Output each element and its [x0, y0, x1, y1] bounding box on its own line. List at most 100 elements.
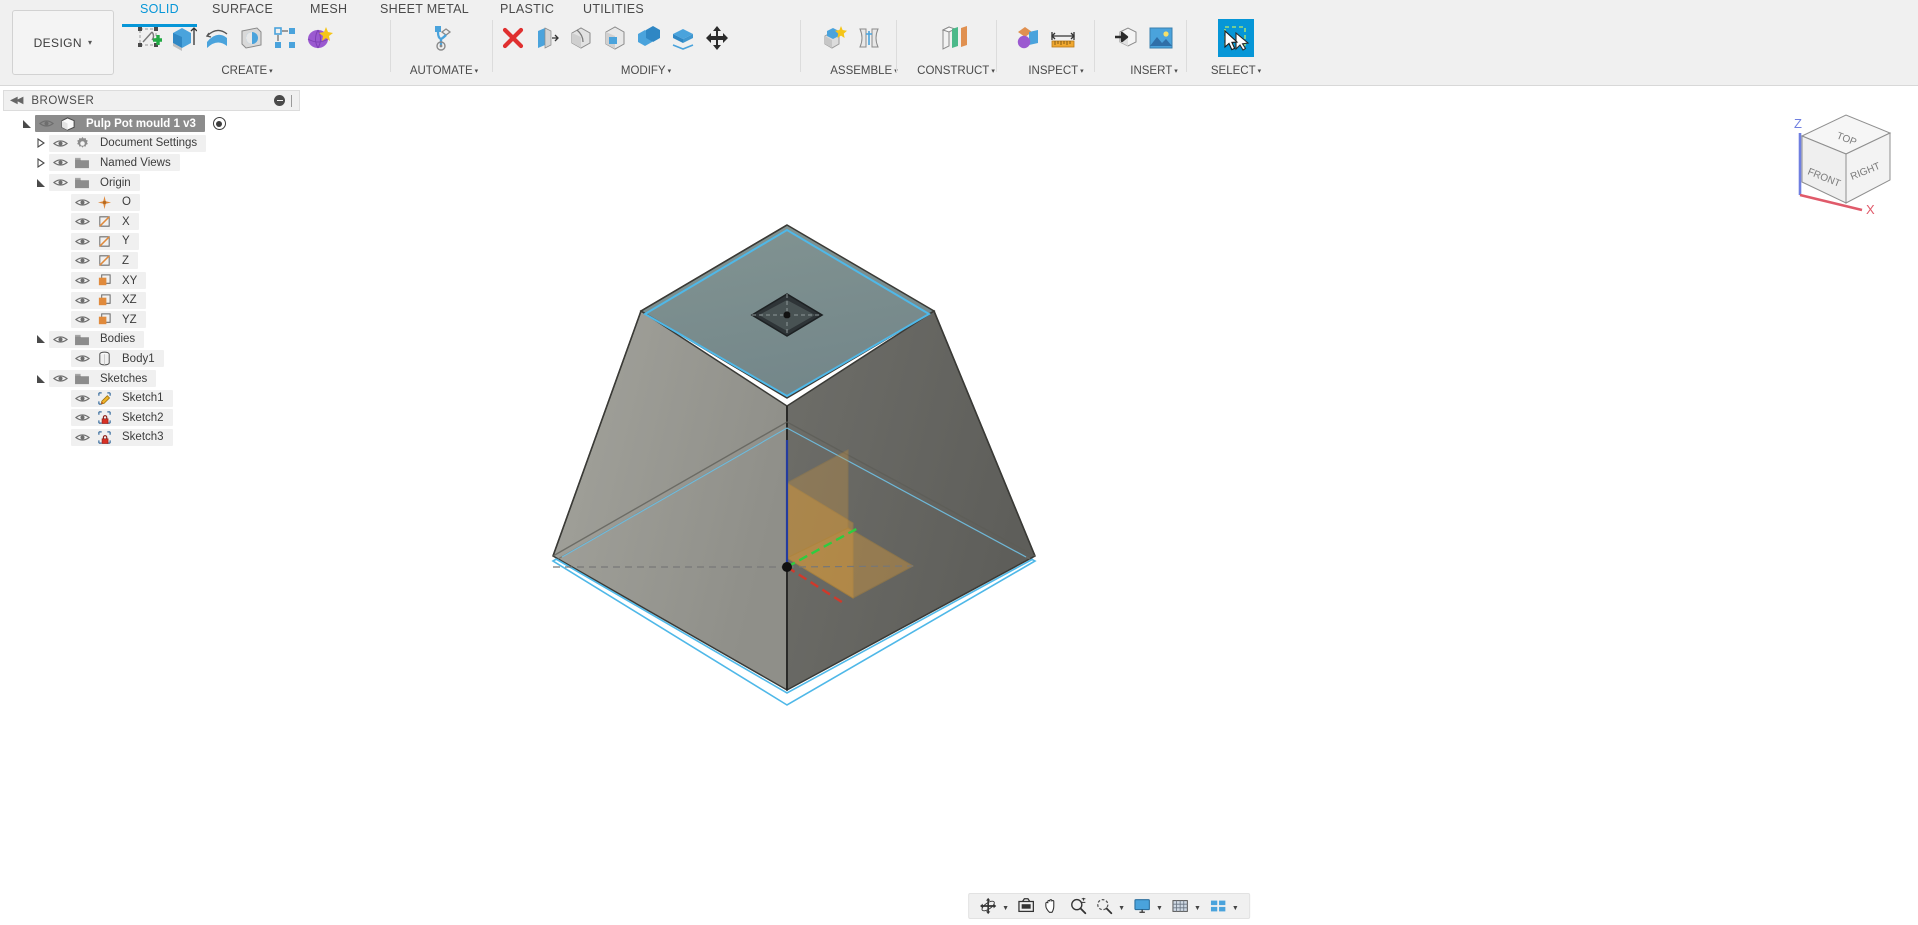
create-form-button[interactable] [302, 19, 336, 57]
tree-expander-root[interactable] [19, 115, 35, 132]
visibility-toggle-sketch2[interactable] [71, 409, 93, 426]
visibility-toggle-body1[interactable] [71, 350, 93, 367]
minus-circle-icon[interactable] [274, 95, 285, 106]
shell-button[interactable] [598, 19, 632, 57]
measure-button[interactable] [1046, 19, 1080, 57]
sweep-button[interactable] [234, 19, 268, 57]
double-left-arrow-icon[interactable]: ◀◀ [10, 95, 23, 106]
chevron-down-icon: ▾ [474, 68, 479, 75]
visibility-toggle-root[interactable] [35, 115, 57, 132]
activate-component-radio[interactable] [212, 117, 226, 131]
navigation-bar: ▼ ▼ ▼ ▼ ▼ [968, 893, 1250, 919]
visibility-toggle-axis-y[interactable] [71, 233, 93, 250]
construct-plane-button[interactable] [938, 19, 972, 57]
visibility-toggle-axis-z[interactable] [71, 252, 93, 269]
tree-expander-namedview[interactable] [33, 154, 49, 171]
tree-expander-origin[interactable] [33, 174, 49, 191]
new-component-button[interactable] [818, 19, 852, 57]
sketch-edit-icon [93, 390, 115, 407]
tree-item-origin[interactable]: Origin [3, 173, 300, 193]
visibility-toggle-sketch1[interactable] [71, 390, 93, 407]
press-pull-button[interactable] [530, 19, 564, 57]
extrude-button[interactable] [166, 19, 200, 57]
insert-derive-button[interactable] [1110, 19, 1144, 57]
chevron-down-icon[interactable]: ▼ [1194, 905, 1201, 912]
panel-insert-label[interactable]: INSERT ▾ [1102, 65, 1206, 77]
tree-item-bodies[interactable]: Bodies [3, 330, 300, 350]
sketch-locked-icon [93, 409, 115, 426]
rectangular-pattern-button[interactable] [268, 19, 302, 57]
panel-modify-label[interactable]: MODIFY ▾ [496, 65, 796, 77]
visibility-toggle-bodies[interactable] [49, 331, 71, 348]
folder-icon [71, 370, 93, 387]
origin-point-icon [93, 194, 115, 211]
tree-item-sketch3[interactable]: Sketch3 [3, 428, 300, 448]
insert-canvas-button[interactable] [1144, 19, 1178, 57]
visibility-toggle-plane-xz[interactable] [71, 292, 93, 309]
combine-button[interactable] [632, 19, 666, 57]
select-window-button[interactable] [1218, 19, 1254, 57]
orbit-icon[interactable] [976, 895, 1000, 917]
panel-inspect-label[interactable]: INSPECT ▾ [1000, 65, 1112, 77]
panel-resize-grip[interactable] [291, 94, 293, 107]
tree-item-pt-o[interactable]: O [3, 192, 300, 212]
view-cube[interactable]: Z X TOP FRONT RIGHT [1780, 100, 1910, 217]
move-copy-button[interactable] [700, 19, 734, 57]
offset-face-button[interactable] [666, 19, 700, 57]
chevron-down-icon[interactable]: ▼ [1232, 905, 1239, 912]
tree-item-plane-yz[interactable]: YZ [3, 310, 300, 330]
chevron-down-icon: ▾ [1080, 68, 1084, 75]
fit-icon[interactable] [1092, 895, 1116, 917]
tree-expander-sketches[interactable] [33, 370, 49, 387]
visibility-toggle-pt-o[interactable] [71, 194, 93, 211]
panel-select-label[interactable]: SELECT ▾ [1196, 65, 1276, 77]
delete-button[interactable] [496, 19, 530, 57]
chevron-down-icon[interactable]: ▼ [1002, 905, 1009, 912]
tree-item-plane-xy[interactable]: XY [3, 271, 300, 291]
tree-expander-bodies[interactable] [33, 331, 49, 348]
visibility-toggle-origin[interactable] [49, 174, 71, 191]
revolve-button[interactable] [200, 19, 234, 57]
pan-icon[interactable] [1040, 895, 1064, 917]
tree-item-plane-xz[interactable]: XZ [3, 290, 300, 310]
visibility-toggle-sketches[interactable] [49, 370, 71, 387]
visibility-toggle-namedview[interactable] [49, 154, 71, 171]
tree-item-root[interactable]: Pulp Pot mould 1 v3 [3, 114, 300, 134]
tree-item-axis-x[interactable]: X [3, 212, 300, 232]
tree-item-sketches[interactable]: Sketches [3, 369, 300, 389]
zoom-icon[interactable] [1066, 895, 1090, 917]
viewport-canvas[interactable]: Z X TOP FRONT RIGHT ▼ ▼ ▼ ▼ ▼ [300, 88, 1918, 925]
section-analysis-button[interactable] [1012, 19, 1046, 57]
generative-design-button[interactable] [424, 19, 458, 57]
visibility-toggle-docset[interactable] [49, 135, 71, 152]
grid-snaps-icon[interactable] [1168, 895, 1192, 917]
panel-create-label[interactable]: CREATE ▾ [132, 65, 362, 77]
tree-expander-spacer [55, 213, 71, 230]
chevron-down-icon[interactable]: ▼ [1156, 905, 1163, 912]
tree-expander-spacer [55, 409, 71, 426]
create-sketch-button[interactable] [132, 19, 166, 57]
tree-item-axis-z[interactable]: Z [3, 251, 300, 271]
fillet-button[interactable] [564, 19, 598, 57]
workspace-switcher-button[interactable]: DESIGN ▾ [12, 10, 114, 75]
look-at-icon[interactable] [1014, 895, 1038, 917]
tree-item-sketch1[interactable]: Sketch1 [3, 388, 300, 408]
tree-item-axis-y[interactable]: Y [3, 232, 300, 252]
browser-title: BROWSER [31, 94, 95, 107]
visibility-toggle-sketch3[interactable] [71, 429, 93, 446]
visibility-toggle-plane-xy[interactable] [71, 272, 93, 289]
visibility-toggle-plane-yz[interactable] [71, 311, 93, 328]
viewports-icon[interactable] [1206, 895, 1230, 917]
chevron-down-icon[interactable]: ▼ [1118, 905, 1125, 912]
tree-item-body1[interactable]: Body1 [3, 349, 300, 369]
tree-item-sketch2[interactable]: Sketch2 [3, 408, 300, 428]
joint-button[interactable] [852, 19, 886, 57]
panel-automate-label[interactable]: AUTOMATE ▾ [398, 65, 490, 77]
tree-item-docset[interactable]: Document Settings [3, 134, 300, 154]
display-settings-icon[interactable] [1130, 895, 1154, 917]
visibility-toggle-axis-x[interactable] [71, 213, 93, 230]
tree-item-namedview[interactable]: Named Views [3, 153, 300, 173]
panel-select: SELECT ▾ [1196, 17, 1276, 77]
tree-expander-docset[interactable] [33, 135, 49, 152]
tab-utilities-label: UTILITIES [583, 2, 645, 16]
